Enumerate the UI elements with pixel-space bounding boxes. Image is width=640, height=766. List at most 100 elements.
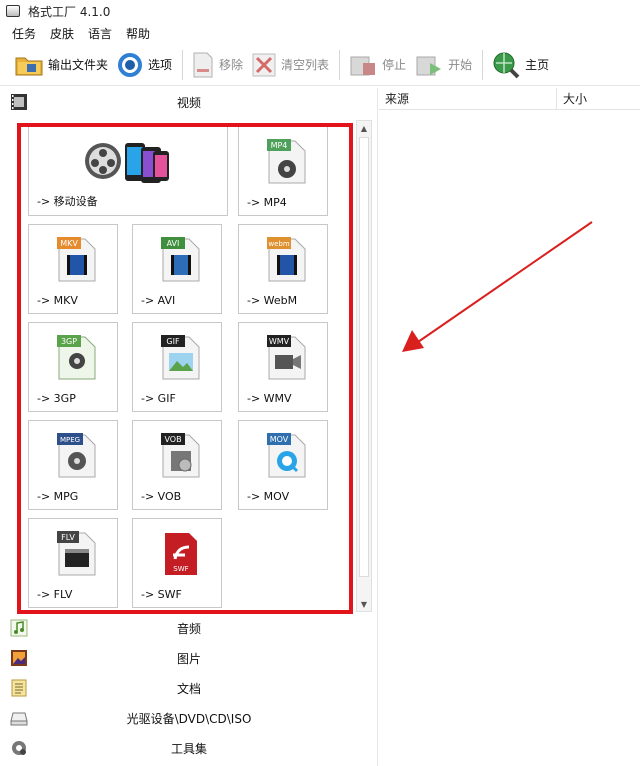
category-document[interactable]: 文档 <box>0 674 378 702</box>
avi-file-icon: AVI <box>161 237 200 282</box>
swf-badge: SWF <box>173 565 188 573</box>
wmv-badge: WMV <box>269 337 290 346</box>
mov-file-icon: MOV <box>267 433 306 478</box>
options-button[interactable]: 选项 <box>116 47 172 83</box>
webm-file-icon: webm <box>267 237 306 282</box>
music-note-icon <box>10 619 28 637</box>
tile-swf[interactable]: SWF -> SWF <box>132 518 222 608</box>
swf-file-icon: SWF <box>165 533 197 575</box>
toolbar-separator <box>339 49 341 80</box>
toolbar-separator <box>182 49 184 80</box>
mp4-file-icon: MP4 <box>267 139 306 184</box>
stop-label: 停止 <box>382 58 407 72</box>
category-audio-label: 音频 <box>176 621 201 636</box>
scroll-down-arrow-icon[interactable]: ▼ <box>357 597 371 611</box>
output-folder-button[interactable]: 输出文件夹 <box>14 47 108 83</box>
category-video[interactable]: 视频 <box>0 88 378 116</box>
clear-list-button[interactable]: 清空列表 <box>251 47 329 83</box>
scroll-thumb[interactable] <box>359 137 369 577</box>
category-image[interactable]: 图片 <box>0 644 378 672</box>
tile-webm[interactable]: webm -> WebM <box>238 224 328 314</box>
avi-badge: AVI <box>167 239 180 248</box>
folder-icon <box>15 57 43 75</box>
tile-vob-label: -> VOB <box>141 490 182 503</box>
vob-file-icon: VOB <box>161 433 200 478</box>
tile-avi[interactable]: AVI -> AVI <box>132 224 222 314</box>
category-image-label: 图片 <box>176 651 201 666</box>
annotation-arrow <box>402 221 593 352</box>
tile-3gp[interactable]: 3GP -> 3GP <box>28 322 118 412</box>
start-label: 开始 <box>448 58 473 72</box>
flv-file-icon: FLV <box>57 531 96 576</box>
window-title: 格式工厂 4.1.0 <box>28 4 111 19</box>
globe-search-icon <box>493 52 520 78</box>
category-document-label: 文档 <box>176 681 201 696</box>
tile-webm-label: -> WebM <box>247 294 298 307</box>
clear-list-icon <box>252 53 276 76</box>
tile-avi-label: -> AVI <box>141 294 176 307</box>
tile-swf-label: -> SWF <box>141 588 182 601</box>
flv-badge: FLV <box>61 533 75 542</box>
clear-list-label: 清空列表 <box>281 58 330 72</box>
column-header-source[interactable]: 来源 <box>379 88 557 110</box>
menu-skin[interactable]: 皮肤 <box>50 25 74 42</box>
category-disc[interactable]: 光驱设备\DVD\CD\ISO <box>0 704 378 732</box>
mpg-file-icon: MPEG <box>57 433 96 478</box>
remove-button[interactable]: 移除 <box>191 47 243 83</box>
tile-mobile-device-label: -> 移动设备 <box>37 195 98 208</box>
3gp-file-icon: 3GP <box>57 335 96 380</box>
menu-bar: 任务 皮肤 语言 帮助 <box>0 22 640 44</box>
tile-mpg[interactable]: MPEG -> MPG <box>28 420 118 510</box>
menu-help[interactable]: 帮助 <box>126 25 150 42</box>
mp4-badge: MP4 <box>271 141 288 150</box>
remove-file-icon <box>193 52 213 77</box>
start-icon <box>416 56 442 75</box>
tile-mov[interactable]: MOV -> MOV <box>238 420 328 510</box>
film-icon <box>11 94 27 110</box>
stop-button[interactable]: 停止 <box>348 47 406 83</box>
tile-gif-label: -> GIF <box>141 392 176 405</box>
mov-badge: MOV <box>270 435 289 444</box>
wmv-file-icon: WMV <box>267 335 306 380</box>
start-button[interactable]: 开始 <box>414 47 472 83</box>
category-video-label: 视频 <box>176 95 201 110</box>
scroll-up-arrow-icon[interactable]: ▲ <box>357 121 371 135</box>
mkv-file-icon: MKV <box>57 237 96 282</box>
menu-language[interactable]: 语言 <box>88 25 112 42</box>
category-tools[interactable]: 工具集 <box>0 734 378 762</box>
conversion-panel: 视频 -> 移动设备 MP4 -> MP4 MKV -> MKV AVI -> … <box>0 88 378 766</box>
tile-wmv[interactable]: WMV -> WMV <box>238 322 328 412</box>
category-audio[interactable]: 音频 <box>0 614 378 642</box>
home-button[interactable]: 主页 <box>491 47 549 83</box>
tile-mp4[interactable]: MP4 -> MP4 <box>238 126 328 216</box>
tile-mobile-device[interactable]: -> 移动设备 <box>28 126 228 216</box>
document-icon <box>11 679 27 697</box>
remove-label: 移除 <box>219 58 244 72</box>
disc-drive-icon <box>10 712 28 726</box>
menu-task[interactable]: 任务 <box>12 25 36 42</box>
tile-mpg-label: -> MPG <box>37 490 79 503</box>
category-tools-label: 工具集 <box>170 741 207 756</box>
category-disc-label: 光驱设备\DVD\CD\ISO <box>126 711 252 726</box>
tile-mkv[interactable]: MKV -> MKV <box>28 224 118 314</box>
task-list-panel: 来源 大小 <box>379 88 640 766</box>
tile-3gp-label: -> 3GP <box>37 392 76 405</box>
column-header-size[interactable]: 大小 <box>557 88 640 110</box>
vob-badge: VOB <box>164 435 181 444</box>
3gp-badge: 3GP <box>61 337 77 346</box>
toolbar: 输出文件夹 选项 移除 清空列表 停止 开始 主页 <box>0 44 640 86</box>
tile-mkv-label: -> MKV <box>37 294 78 307</box>
webm-badge: webm <box>268 240 289 248</box>
options-label: 选项 <box>148 58 173 72</box>
tile-mov-label: -> MOV <box>247 490 290 503</box>
video-grid-scrollbar[interactable]: ▲ ▼ <box>356 120 372 612</box>
tile-vob[interactable]: VOB -> VOB <box>132 420 222 510</box>
tile-gif[interactable]: GIF -> GIF <box>132 322 222 412</box>
stop-icon <box>350 56 376 75</box>
tile-flv[interactable]: FLV -> FLV <box>28 518 118 608</box>
title-bar: 格式工厂 4.1.0 <box>0 0 640 22</box>
home-label: 主页 <box>525 58 550 72</box>
app-icon <box>6 5 20 17</box>
gif-file-icon: GIF <box>161 335 200 380</box>
mpeg-badge: MPEG <box>60 436 80 444</box>
